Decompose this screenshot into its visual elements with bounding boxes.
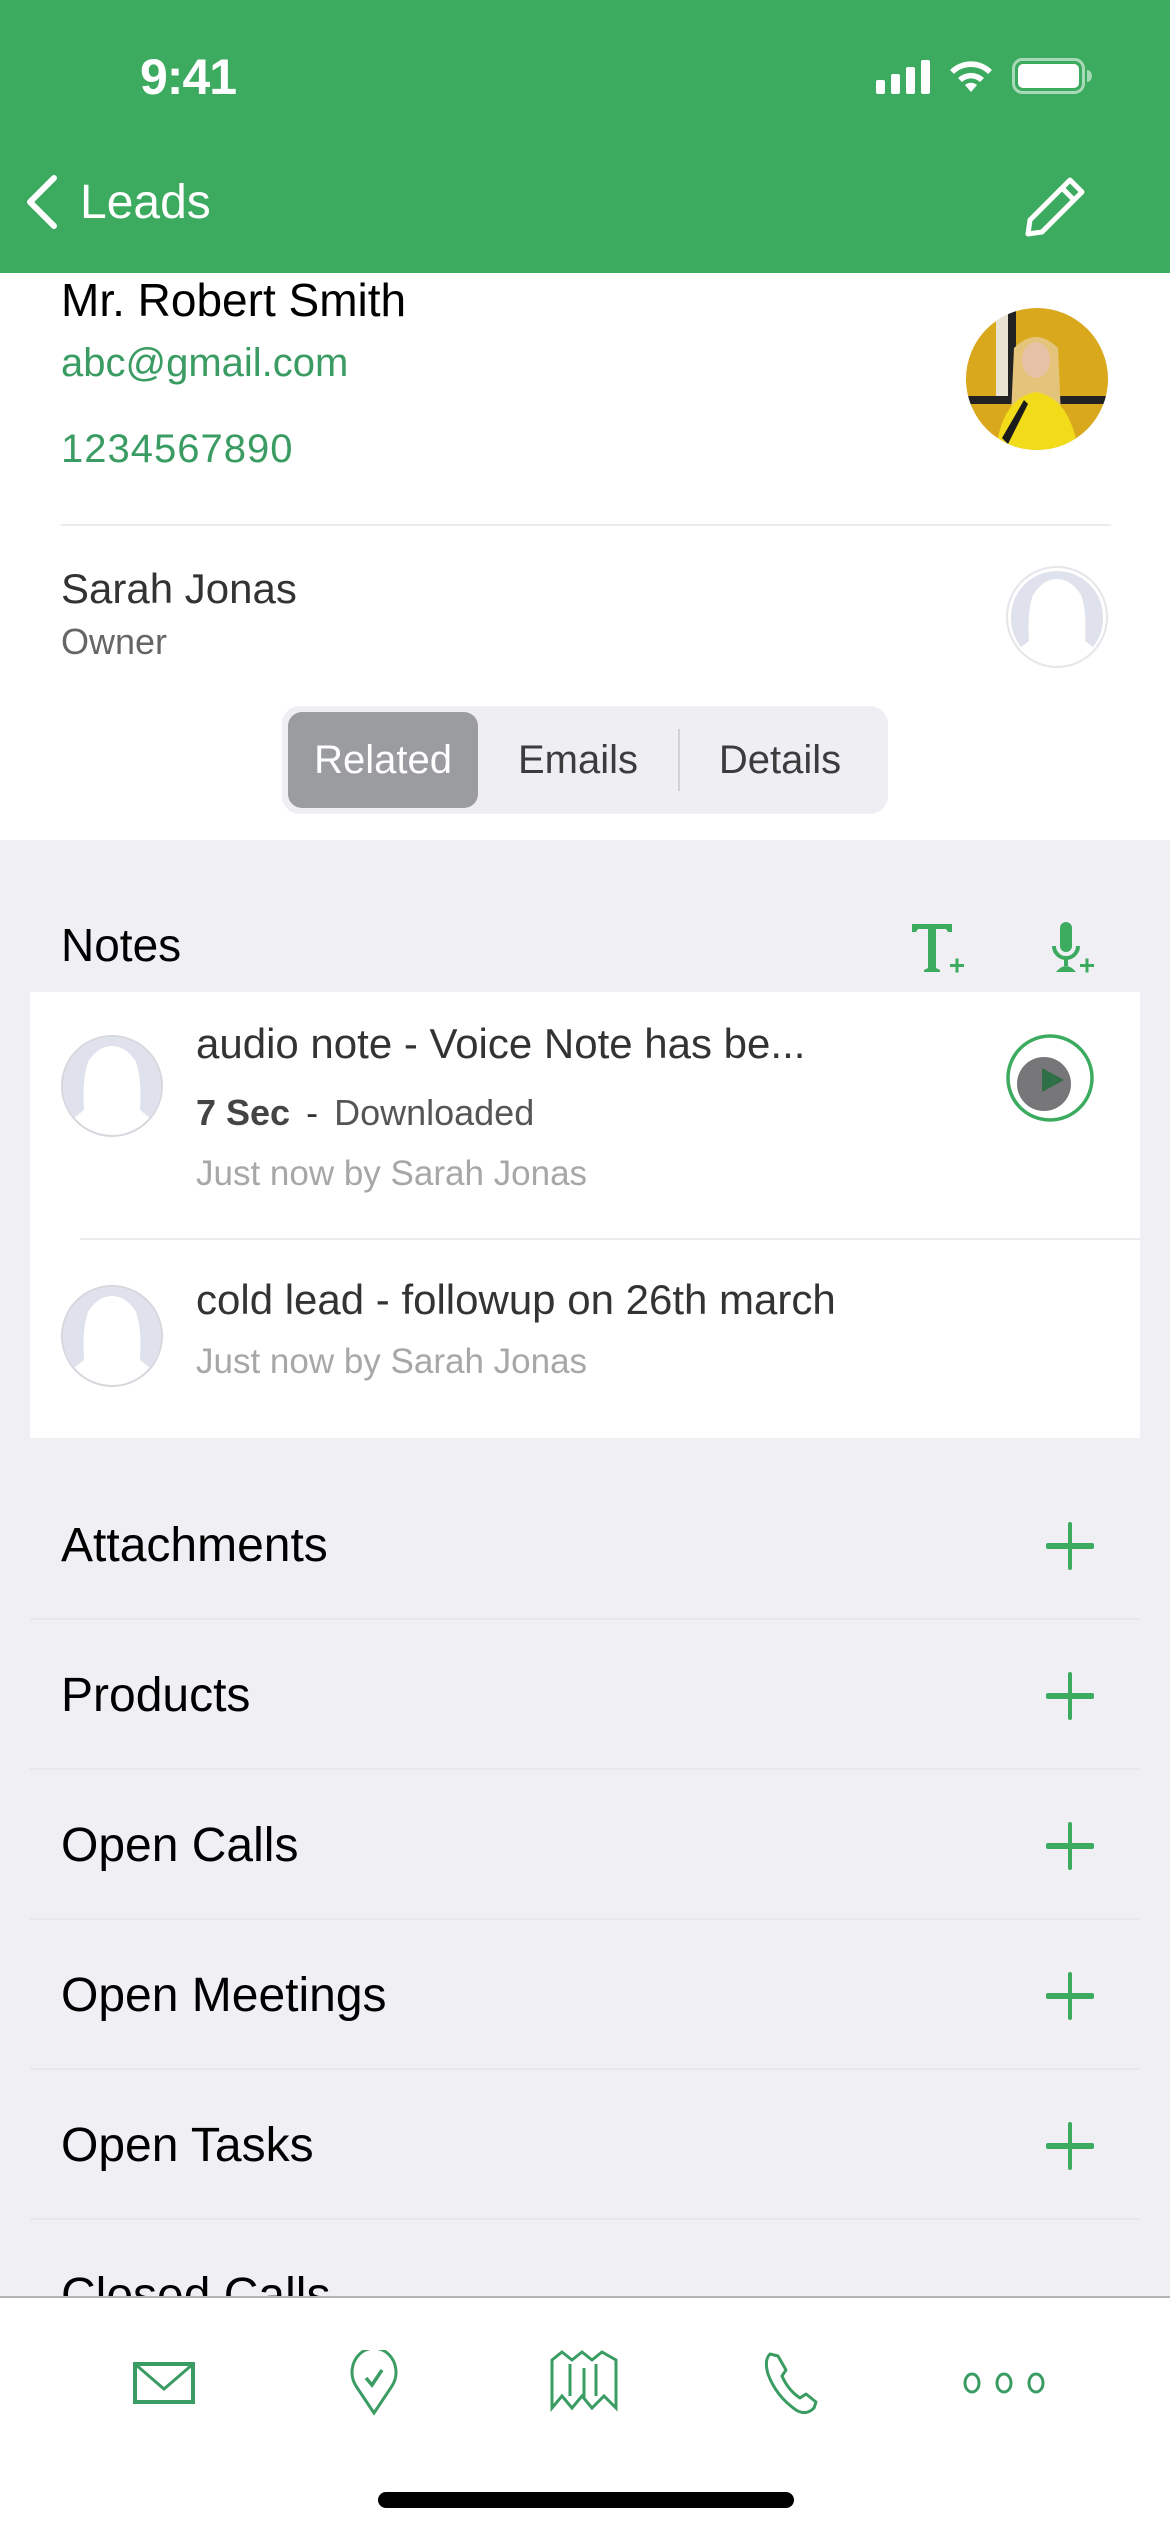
home-indicator — [378, 2492, 794, 2508]
note-byline: Just now by Sarah Jonas — [196, 1342, 588, 1381]
section-label: Open Meetings — [61, 1969, 387, 2022]
section-label: Products — [61, 1669, 251, 1722]
back-label: Leads — [80, 175, 211, 229]
section-label: Open Tasks — [61, 2119, 314, 2172]
more-icon — [963, 2372, 1045, 2394]
segmented-control: Related Emails Details — [282, 706, 888, 814]
notes-list: audio note - Voice Note has be... 7 Sec -… — [30, 992, 1140, 1438]
add-plus-icon[interactable] — [1044, 1970, 1096, 2022]
cellular-signal-icon — [876, 58, 930, 94]
contact-avatar[interactable] — [966, 308, 1108, 450]
notes-section-title: Notes — [61, 919, 182, 971]
toolbar-checkin-button[interactable] — [314, 2338, 434, 2428]
status-time: 9:41 — [140, 49, 237, 105]
section-label: Attachments — [61, 1519, 328, 1572]
add-plus-icon[interactable] — [1044, 1820, 1096, 1872]
note-download-status: Downloaded — [334, 1092, 535, 1133]
section-products[interactable]: Products — [0, 1620, 1170, 1770]
note-audio-meta: 7 Sec - Downloaded — [196, 1092, 534, 1134]
section-open-calls[interactable]: Open Calls — [0, 1770, 1170, 1920]
owner-name: Sarah Jonas — [61, 565, 297, 612]
add-plus-icon[interactable] — [1044, 1520, 1096, 1572]
contact-card: Mr. Robert Smith abc@gmail.com 123456789… — [0, 273, 1170, 840]
wifi-icon — [950, 61, 992, 92]
note-duration: 7 Sec — [196, 1092, 291, 1133]
location-check-icon — [350, 2350, 398, 2416]
note-author-avatar-icon — [61, 1285, 163, 1387]
owner-label: Owner — [61, 621, 168, 662]
note-item[interactable]: audio note - Voice Note has be... 7 Sec -… — [30, 992, 1140, 1240]
play-audio-button[interactable] — [1004, 1032, 1096, 1124]
map-icon — [550, 2350, 618, 2413]
note-title: audio note - Voice Note has be... — [196, 1020, 806, 1067]
tab-emails[interactable]: Emails — [478, 712, 678, 808]
toolbar-call-button[interactable] — [732, 2338, 852, 2428]
add-plus-icon[interactable] — [1044, 1670, 1096, 1722]
mail-icon — [133, 2362, 195, 2404]
contact-email-link[interactable]: abc@gmail.com — [61, 341, 348, 386]
edit-pencil-icon[interactable] — [1020, 172, 1090, 242]
note-byline: Just now by Sarah Jonas — [196, 1154, 588, 1193]
chevron-left-icon — [27, 175, 57, 229]
toolbar-email-button[interactable] — [104, 2338, 224, 2428]
status-icons — [876, 58, 1092, 94]
note-divider — [80, 1238, 1140, 1240]
section-open-tasks[interactable]: Open Tasks — [0, 2070, 1170, 2220]
meta-separator: - — [306, 1092, 319, 1133]
note-author-avatar-icon — [61, 1035, 163, 1137]
note-item[interactable]: cold lead - followup on 26th march Just … — [30, 1242, 1140, 1438]
section-label: Open Calls — [61, 1819, 299, 1872]
contact-photo-image — [966, 308, 1108, 450]
note-title: cold lead - followup on 26th march — [196, 1276, 836, 1323]
back-button[interactable]: Leads — [22, 172, 211, 232]
phone-icon — [764, 2352, 818, 2415]
section-open-meetings[interactable]: Open Meetings — [0, 1920, 1170, 2070]
contact-name: Mr. Robert Smith — [61, 274, 407, 326]
nav-header: 9:41 Leads — [0, 0, 1170, 273]
add-voice-note-icon[interactable] — [1050, 920, 1100, 980]
add-plus-icon[interactable] — [1044, 2120, 1096, 2172]
toolbar-map-button[interactable] — [524, 2338, 644, 2428]
tab-related[interactable]: Related — [288, 712, 478, 808]
contact-phone-link[interactable]: 1234567890 — [61, 427, 293, 472]
battery-icon — [1012, 58, 1092, 94]
add-text-note-icon[interactable] — [908, 920, 968, 980]
owner-avatar-placeholder-icon[interactable] — [1005, 565, 1109, 669]
tab-details[interactable]: Details — [680, 712, 880, 808]
divider — [61, 524, 1111, 526]
section-attachments[interactable]: Attachments — [0, 1470, 1170, 1620]
toolbar-more-button[interactable] — [944, 2338, 1064, 2428]
